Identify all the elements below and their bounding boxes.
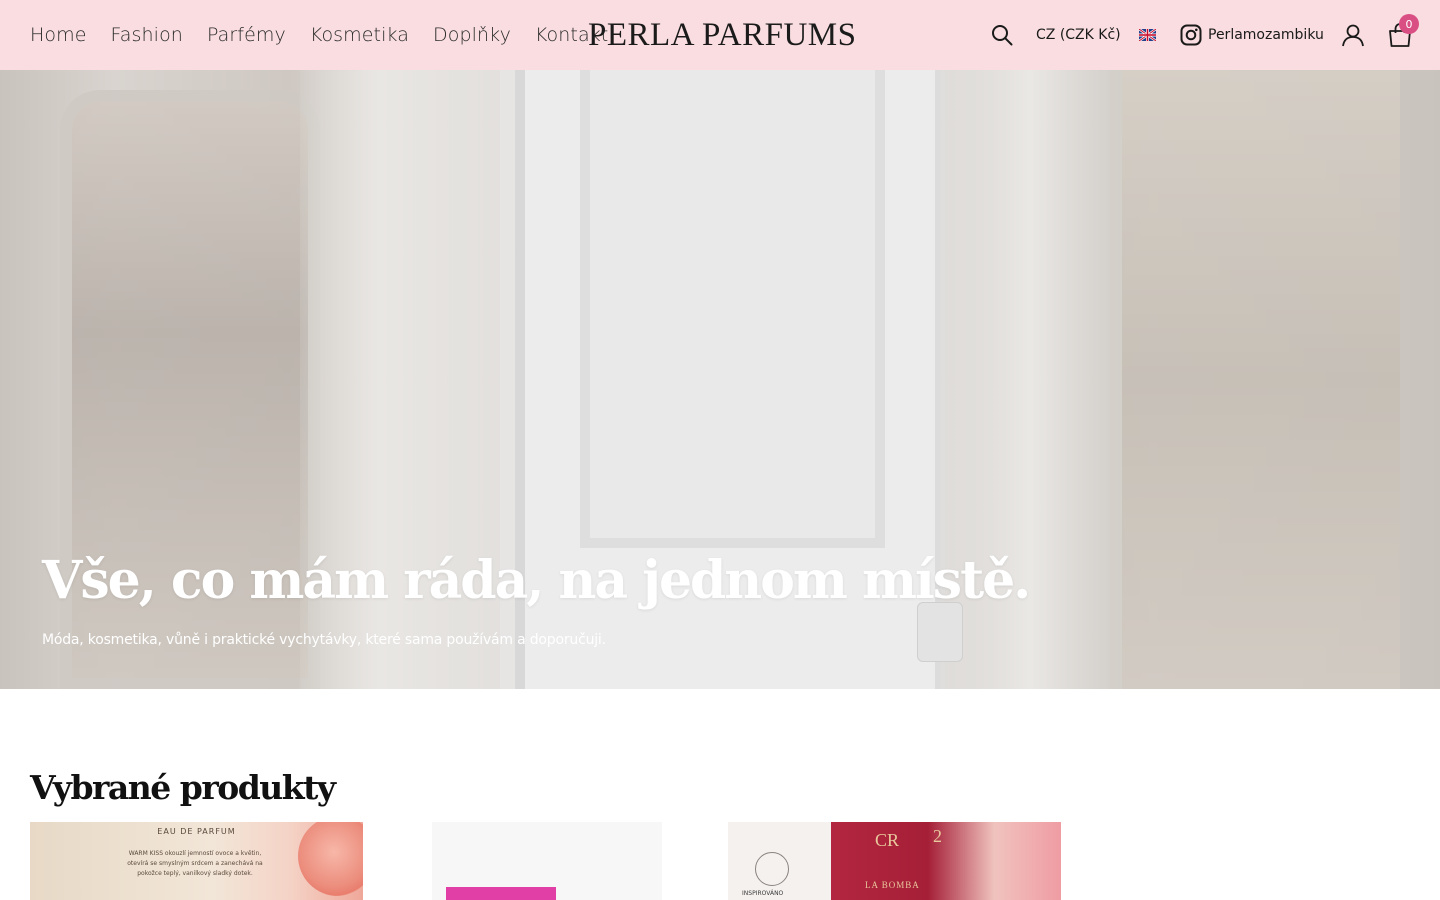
nav-parfemy[interactable]: Parfémy <box>207 24 286 46</box>
main-nav: Home Fashion Parfémy Kosmetika Doplňky K… <box>30 0 608 70</box>
product-image-count: 2 <box>933 826 942 846</box>
product-card-pink-box[interactable] <box>432 822 662 900</box>
product-image-inspired: INSPIROVÁNO <box>742 890 784 897</box>
instagram-label: Perlamozambiku <box>1208 27 1324 43</box>
nav-fashion[interactable]: Fashion <box>111 24 183 46</box>
nav-home[interactable]: Home <box>30 24 87 46</box>
product-box-image <box>446 887 556 900</box>
product-image-description: WARM KISS okouzlí jemností ovoce a květi… <box>127 850 263 877</box>
product-image-name: LA BOMBA <box>865 880 920 890</box>
instagram-link[interactable]: Perlamozambiku <box>1180 0 1324 70</box>
hero-background-door-panel <box>580 70 885 548</box>
uk-flag-icon[interactable] <box>1139 29 1156 41</box>
hero-banner: Vše, co mám ráda, na jednom místě. Móda,… <box>0 70 1440 689</box>
product-card-la-bomba[interactable]: INSPIROVÁNO CR 2 LA BOMBA <box>728 822 1061 900</box>
hero-background-window-right <box>1110 70 1400 689</box>
site-logo[interactable]: PERLA PARFUMS <box>588 16 857 54</box>
search-icon <box>992 25 1013 46</box>
account-icon <box>1342 24 1364 47</box>
nav-doplnky[interactable]: Doplňky <box>433 24 511 46</box>
rose-image <box>298 822 363 896</box>
product-image-brand: CR <box>875 830 900 850</box>
nav-kosmetika[interactable]: Kosmetika <box>310 24 409 46</box>
currency-selector[interactable]: CZ (CZK Kč) <box>1036 0 1121 70</box>
account-button[interactable] <box>1340 0 1366 70</box>
instagram-icon <box>1180 24 1202 46</box>
hero-subtitle: Móda, kosmetika, vůně i praktické vychyt… <box>42 632 606 648</box>
perfume-bottle-icon <box>755 852 789 886</box>
cart-button[interactable] <box>1386 0 1414 70</box>
cart-count-badge: 0 <box>1399 14 1419 34</box>
search-button[interactable] <box>990 0 1014 70</box>
product-card-warm-kiss[interactable]: EAU DE PARFUM WARM KISS okouzlí jemností… <box>30 822 363 900</box>
site-header: Home Fashion Parfémy Kosmetika Doplňky K… <box>0 0 1440 70</box>
hero-title: Vše, co mám ráda, na jednom místě. <box>42 550 1031 611</box>
featured-products-title: Vybrané produkty <box>30 768 336 807</box>
